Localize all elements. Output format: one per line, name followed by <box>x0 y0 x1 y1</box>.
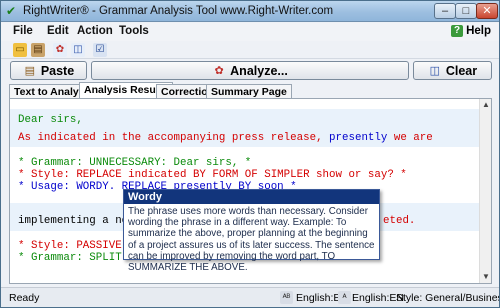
title-bar[interactable]: ✔ RightWriter® - Grammar Analysis Tool w… <box>1 1 499 22</box>
paste-clipboard-icon[interactable]: ▤ <box>31 43 45 57</box>
grammar-note: * Grammar: UNNECESSARY: Dear sirs, * <box>18 157 252 169</box>
scroll-down-icon[interactable]: ▼ <box>480 271 491 283</box>
result-line: As indicated in the accompanying press r… <box>18 132 433 144</box>
result-line: implementing a new <box>18 215 135 227</box>
text-segment: we are <box>387 132 433 144</box>
open-folder-icon[interactable]: ▭ <box>13 43 27 57</box>
clear-label: Clear <box>445 63 478 78</box>
paste-icon: ▤ <box>24 64 36 77</box>
eraser-icon: ◫ <box>429 64 441 77</box>
help-label: Help <box>466 25 491 37</box>
menu-tools[interactable]: Tools <box>119 25 149 37</box>
tab-summary-page[interactable]: Summary Page <box>206 84 292 99</box>
app-window: ✔ RightWriter® - Grammar Analysis Tool w… <box>0 0 500 308</box>
status-ready: Ready <box>9 292 40 304</box>
wordy-tooltip: Wordy The phrase uses more words than ne… <box>123 189 380 273</box>
app-check-icon: ✔ <box>6 4 17 18</box>
correction-icon[interactable]: ☑ <box>93 43 107 57</box>
text-segment: As <box>18 132 38 144</box>
menu-action[interactable]: Action <box>77 25 113 37</box>
paste-button[interactable]: ▤ Paste <box>10 61 87 80</box>
flagged-word: indicated <box>37 132 96 144</box>
analyze-label: Analyze... <box>230 63 288 78</box>
result-line: Dear sirs, <box>18 114 83 126</box>
minimize-button[interactable]: – <box>434 3 456 19</box>
menu-edit[interactable]: Edit <box>47 25 69 37</box>
help-icon: ? <box>451 25 464 37</box>
clear-icon[interactable]: ◫ <box>71 43 85 57</box>
close-button[interactable]: ✕ <box>476 3 498 19</box>
paste-label: Paste <box>40 63 75 78</box>
analyze-icon[interactable]: ✿ <box>53 43 67 57</box>
tooltip-title: Wordy <box>124 190 379 204</box>
analyze-icon: ✿ <box>214 64 224 77</box>
text-segment: in the accompanying press release, <box>95 132 330 144</box>
style-note: * Style: REPLACE indicated BY FORM OF SI… <box>18 169 407 181</box>
tooltip-body: The phrase uses more words than necessar… <box>128 206 375 274</box>
maximize-button[interactable]: □ <box>455 3 477 19</box>
grammar-language-icon[interactable]: ᴬ <box>338 291 351 304</box>
flagged-word: presently <box>329 132 388 144</box>
status-style: Style: General/Business <box>396 292 500 304</box>
toolbar: ▭ ▤ ✿ ◫ ☑ <box>1 41 499 59</box>
help-menu[interactable]: ? Help <box>451 25 491 37</box>
result-line-tail: eted. <box>383 215 416 227</box>
scroll-up-icon[interactable]: ▲ <box>480 99 491 111</box>
analyze-button[interactable]: ✿ Analyze... <box>91 61 409 80</box>
status-bar: Ready ᴬᴮ English:EN ᴬ English:EN Style: … <box>1 287 499 307</box>
spellcheck-icon[interactable]: ᴬᴮ <box>280 291 293 304</box>
menu-file[interactable]: File <box>13 25 33 37</box>
menu-bar: File Edit Action Tools ? Help <box>1 23 499 41</box>
window-title: RightWriter® - Grammar Analysis Tool www… <box>23 5 334 17</box>
clear-button[interactable]: ◫ Clear <box>413 61 492 80</box>
vertical-scrollbar[interactable]: ▲ ▼ <box>479 99 491 283</box>
